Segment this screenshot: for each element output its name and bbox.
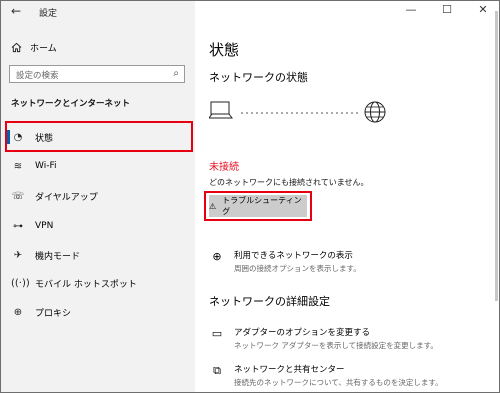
sidebar-item-hotspot[interactable]: ((·)) モバイル ホットスポット	[5, 269, 193, 297]
page-title: 状態	[209, 41, 240, 59]
hotspot-icon: ((·))	[11, 277, 30, 289]
link-title: アダプターのオプションを変更する	[234, 328, 371, 338]
adapter-monitor-icon: ▭	[211, 327, 223, 340]
connection-status: 未接続	[209, 162, 239, 173]
sidebar-item-vpn[interactable]: ⊶ VPN	[5, 212, 193, 240]
link-subtitle: ネットワーク アダプターを表示して接続設定を変更します。	[234, 341, 438, 350]
airplane-icon: ✈	[13, 249, 23, 261]
advanced-settings-heading: ネットワークの詳細設定	[209, 295, 330, 308]
sidebar-item-proxy[interactable]: ⊕ プロキシ	[5, 298, 193, 326]
home-icon	[11, 42, 22, 52]
sidebar-item-wifi[interactable]: ≋ Wi-Fi	[5, 152, 193, 180]
globe-icon: ⊕	[13, 306, 23, 318]
search-placeholder: 設定の検索	[16, 71, 59, 81]
home-label: ホーム	[30, 43, 57, 54]
link-title: ネットワークと共有センター	[234, 365, 345, 375]
laptop-icon	[209, 101, 233, 119]
sidebar-item-label: ダイヤルアップ	[35, 192, 98, 203]
sharing-center-icon: ⧉	[213, 364, 221, 377]
back-arrow-icon[interactable]: ←	[11, 4, 21, 18]
dialup-icon: ☏	[11, 190, 25, 202]
highlight-box-status	[5, 121, 193, 152]
link-title: 利用できるネットワークの表示	[234, 251, 353, 261]
network-status-heading: ネットワークの状態	[209, 71, 308, 84]
window-title: 設定	[39, 9, 58, 19]
sidebar-section-title: ネットワークとインターネット	[11, 99, 131, 109]
sidebar-item-dialup[interactable]: ☏ ダイヤルアップ	[5, 182, 193, 210]
main-content: 状態 ネットワークの状態 未接続 どのネットワークにも接続されていません。 ⚠ …	[195, 1, 499, 392]
link-subtitle: 接続先のネットワークについて、共有するものを決定します。	[234, 378, 443, 387]
sharing-center-link[interactable]: ⧉ ネットワークと共有センター 接続先のネットワークについて、共有するものを決定…	[209, 363, 443, 388]
settings-window: ← 設定 — ☐ ✕ ホーム 設定の検索 ⌕ ネットワークとインターネット ◔ …	[0, 0, 500, 393]
sidebar-home[interactable]: ホーム	[11, 39, 57, 55]
settings-search-input[interactable]: 設定の検索 ⌕	[9, 65, 185, 83]
search-icon: ⌕	[173, 68, 179, 79]
internet-globe-icon	[364, 101, 386, 123]
link-subtitle: 周囲の接続オプションを表示します。	[234, 264, 361, 273]
adapter-options-link[interactable]: ▭ アダプターのオプションを変更する ネットワーク アダプターを表示して接続設定…	[209, 326, 438, 351]
sidebar-item-label: 機内モード	[35, 251, 81, 262]
network-diagram	[209, 101, 386, 123]
highlight-box-troubleshoot	[204, 191, 312, 221]
scrollbar[interactable]	[495, 11, 498, 301]
sidebar-item-label: Wi-Fi	[35, 161, 57, 171]
wifi-icon: ≋	[13, 160, 23, 172]
sidebar-item-airplane[interactable]: ✈ 機内モード	[5, 241, 193, 269]
vpn-icon: ⊶	[13, 220, 23, 232]
available-networks-link[interactable]: ⊕ 利用できるネットワークの表示 周囲の接続オプションを表示します。	[209, 249, 361, 274]
network-globe-icon: ⊕	[212, 250, 222, 263]
sidebar-item-label: モバイル ホットスポット	[35, 279, 137, 290]
connection-status-description: どのネットワークにも接続されていません。	[209, 178, 369, 187]
sidebar-item-label: プロキシ	[35, 308, 72, 319]
sidebar-item-label: VPN	[35, 221, 54, 231]
